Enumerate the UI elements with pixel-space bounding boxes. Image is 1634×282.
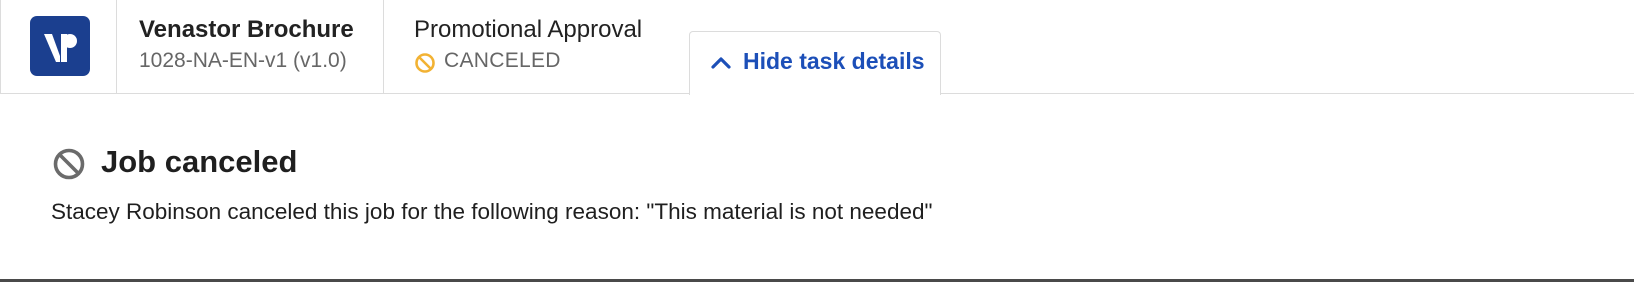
status-badge: CANCELED	[444, 49, 561, 72]
document-code: 1028-NA-EN-v1 (v1.0)	[139, 49, 347, 72]
workflow-info: Promotional Approval CANCELED	[384, 0, 684, 93]
document-title: Venastor Brochure	[139, 16, 354, 43]
logo-cell	[0, 0, 117, 93]
panel-title: Job canceled	[101, 144, 298, 179]
venastor-logo-icon[interactable]	[30, 16, 90, 76]
app-header: Venastor Brochure 1028-NA-EN-v1 (v1.0) P…	[0, 0, 1634, 95]
canceled-icon	[52, 147, 86, 181]
hide-task-details-label: Hide task details	[743, 48, 925, 74]
chevron-up-icon	[710, 55, 732, 69]
hide-task-details-button[interactable]: Hide task details	[689, 31, 941, 95]
document-info: Venastor Brochure 1028-NA-EN-v1 (v1.0)	[117, 0, 384, 93]
cancel-reason-message: Stacey Robinson canceled this job for th…	[51, 199, 933, 224]
canceled-icon	[414, 52, 436, 74]
workflow-name: Promotional Approval	[414, 16, 643, 43]
